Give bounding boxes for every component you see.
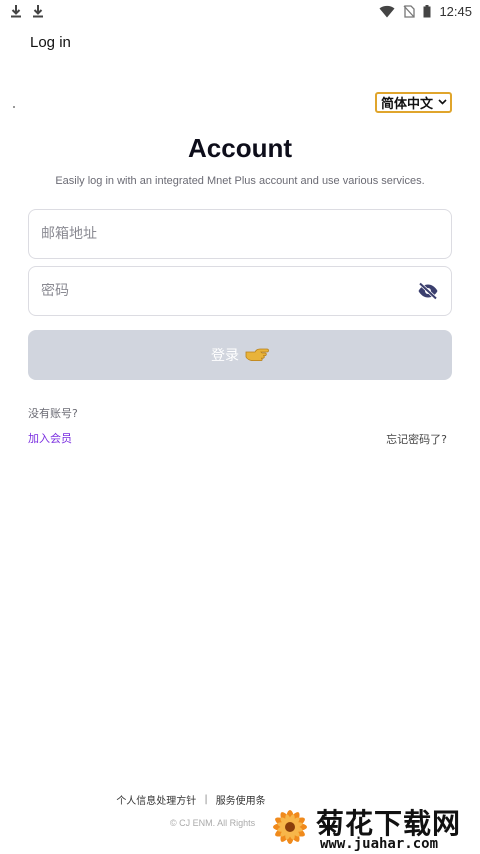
dot-mark — [13, 106, 15, 108]
download-icon — [32, 4, 44, 18]
language-select[interactable]: 简体中文 — [375, 92, 452, 113]
watermark-url: www.juahar.com — [320, 836, 439, 852]
status-time: 12:45 — [439, 3, 472, 19]
status-left — [10, 4, 44, 18]
login-screen: 12:45 Log in 简体中文 Account Easily log in … — [0, 0, 480, 854]
password-field[interactable] — [41, 283, 417, 299]
footer-separator: | — [204, 794, 208, 805]
terms-of-service-link[interactable]: 服务使用条 — [216, 792, 266, 807]
status-right: 12:45 — [379, 4, 472, 19]
no-sim-icon — [403, 4, 416, 18]
forgot-password-link[interactable]: 忘记密码了? — [386, 431, 447, 447]
account-subheading: Easily log in with an integrated Mnet Pl… — [55, 175, 425, 187]
login-button-label: 登录 — [211, 348, 239, 364]
no-account-text: 没有账号? — [28, 407, 78, 420]
pointing-hand-icon — [245, 345, 269, 366]
download-icon — [10, 4, 22, 18]
eye-off-icon[interactable] — [417, 280, 439, 302]
account-heading: Account — [188, 133, 292, 163]
email-field-container — [28, 209, 452, 259]
copyright-text: © CJ ENM. All Rights — [170, 818, 256, 828]
flower-logo-icon — [264, 800, 316, 854]
watermark: 菊花下载网 www.juahar.com — [264, 800, 480, 854]
chevron-down-icon — [438, 98, 447, 108]
privacy-policy-link[interactable]: 个人信息处理方针 — [116, 792, 196, 807]
join-member-link[interactable]: 加入会员 — [28, 430, 72, 446]
language-selected-label: 简体中文 — [381, 97, 434, 112]
page-title: Log in — [30, 34, 71, 51]
battery-icon — [423, 4, 431, 18]
wifi-icon — [379, 5, 395, 18]
login-button[interactable]: 登录 — [28, 330, 452, 380]
status-bar: 12:45 — [0, 0, 480, 22]
password-field-container — [28, 266, 452, 316]
email-field[interactable] — [41, 226, 439, 242]
